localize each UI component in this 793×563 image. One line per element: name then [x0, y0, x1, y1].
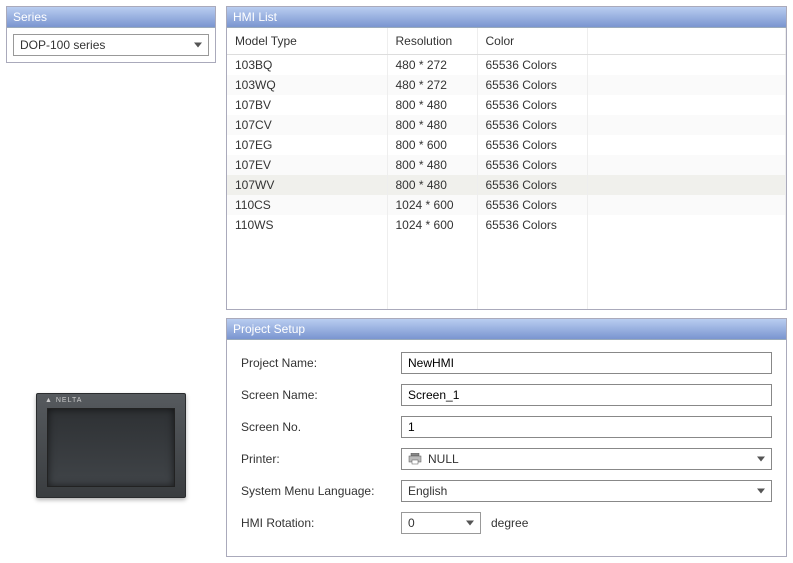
col-header-model[interactable]: Model Type: [227, 28, 387, 55]
cell-resolution: 800 * 480: [387, 155, 477, 175]
table-row[interactable]: 103WQ480 * 27265536 Colors: [227, 75, 786, 95]
printer-select[interactable]: NULL: [401, 448, 772, 470]
table-row[interactable]: 107EG800 * 60065536 Colors: [227, 135, 786, 155]
screen-no-input[interactable]: [401, 416, 772, 438]
cell-color: 65536 Colors: [477, 75, 587, 95]
table-row[interactable]: 110CS1024 * 60065536 Colors: [227, 195, 786, 215]
cell-blank: [587, 135, 786, 155]
series-header: Series: [7, 7, 215, 28]
screen-name-label: Screen Name:: [241, 388, 401, 402]
project-setup-header: Project Setup: [227, 319, 786, 340]
table-row[interactable]: 107WV800 * 48065536 Colors: [227, 175, 786, 195]
table-row[interactable]: 107CV800 * 48065536 Colors: [227, 115, 786, 135]
table-row[interactable]: 107EV800 * 48065536 Colors: [227, 155, 786, 175]
cell-color: 65536 Colors: [477, 215, 587, 235]
printer-label: Printer:: [241, 452, 401, 466]
rotation-select[interactable]: 0: [401, 512, 481, 534]
hmi-list-header: HMI List: [227, 7, 786, 28]
cell-color: 65536 Colors: [477, 175, 587, 195]
screen-name-input[interactable]: [401, 384, 772, 406]
table-row[interactable]: 110WS1024 * 60065536 Colors: [227, 215, 786, 235]
cell-model: 103BQ: [227, 55, 387, 76]
table-row[interactable]: 103BQ480 * 27265536 Colors: [227, 55, 786, 76]
printer-icon: [408, 453, 422, 465]
cell-resolution: 1024 * 600: [387, 215, 477, 235]
col-header-blank: [587, 28, 786, 55]
cell-model: 107BV: [227, 95, 387, 115]
cell-blank: [587, 95, 786, 115]
cell-model: 103WQ: [227, 75, 387, 95]
cell-blank: [587, 215, 786, 235]
cell-blank: [587, 115, 786, 135]
col-header-color[interactable]: Color: [477, 28, 587, 55]
cell-blank: [587, 175, 786, 195]
rotation-unit: degree: [491, 516, 528, 530]
cell-model: 107EV: [227, 155, 387, 175]
cell-resolution: 800 * 480: [387, 95, 477, 115]
cell-color: 65536 Colors: [477, 195, 587, 215]
hmi-table: Model Type Resolution Color 103BQ480 * 2…: [227, 28, 786, 309]
col-header-resolution[interactable]: Resolution: [387, 28, 477, 55]
cell-blank: [587, 75, 786, 95]
cell-blank: [587, 55, 786, 76]
cell-resolution: 480 * 272: [387, 55, 477, 76]
series-select-value: DOP-100 series: [20, 38, 105, 52]
table-row-empty: [227, 295, 786, 309]
device-brand: ▲ NELTA: [45, 397, 82, 404]
language-select-value: English: [408, 484, 447, 498]
cell-resolution: 480 * 272: [387, 75, 477, 95]
cell-resolution: 800 * 480: [387, 175, 477, 195]
device-screen: [47, 408, 175, 487]
cell-resolution: 800 * 600: [387, 135, 477, 155]
cell-resolution: 800 * 480: [387, 115, 477, 135]
language-label: System Menu Language:: [241, 484, 401, 498]
rotation-label: HMI Rotation:: [241, 516, 401, 530]
series-select[interactable]: DOP-100 series: [13, 34, 209, 56]
series-panel: Series DOP-100 series: [6, 6, 216, 63]
cell-color: 65536 Colors: [477, 135, 587, 155]
cell-model: 107WV: [227, 175, 387, 195]
screen-no-label: Screen No.: [241, 420, 401, 434]
device-preview: ▲ NELTA: [36, 393, 186, 498]
project-name-label: Project Name:: [241, 356, 401, 370]
cell-color: 65536 Colors: [477, 155, 587, 175]
language-select[interactable]: English: [401, 480, 772, 502]
cell-color: 65536 Colors: [477, 95, 587, 115]
rotation-select-value: 0: [408, 516, 415, 530]
cell-model: 107CV: [227, 115, 387, 135]
table-row-empty: [227, 235, 786, 255]
printer-select-value: NULL: [428, 452, 459, 466]
cell-model: 107EG: [227, 135, 387, 155]
cell-model: 110CS: [227, 195, 387, 215]
cell-color: 65536 Colors: [477, 115, 587, 135]
table-row-empty: [227, 255, 786, 275]
cell-blank: [587, 195, 786, 215]
hmi-list-panel: HMI List Model Type Resolution Color 103…: [226, 6, 787, 310]
project-setup-panel: Project Setup Project Name: Screen Name:…: [226, 318, 787, 557]
project-name-input[interactable]: [401, 352, 772, 374]
table-row-empty: [227, 275, 786, 295]
cell-blank: [587, 155, 786, 175]
table-row[interactable]: 107BV800 * 48065536 Colors: [227, 95, 786, 115]
cell-color: 65536 Colors: [477, 55, 587, 76]
cell-model: 110WS: [227, 215, 387, 235]
cell-resolution: 1024 * 600: [387, 195, 477, 215]
